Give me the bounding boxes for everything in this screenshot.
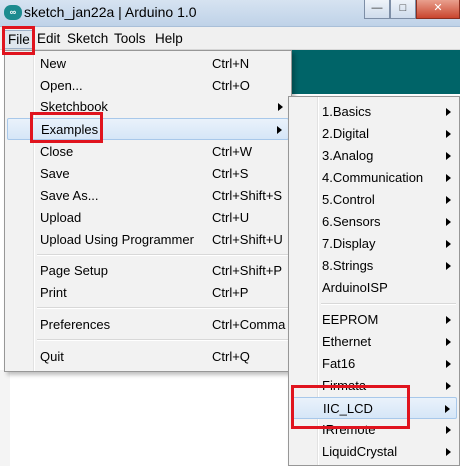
menu-separator: [37, 254, 288, 256]
submenu-arrow-icon: [446, 448, 451, 456]
example-arduinoisp[interactable]: ArduinoISP: [291, 277, 457, 299]
menu-help[interactable]: Help: [152, 30, 186, 47]
window-controls: — □ ✕: [364, 0, 460, 19]
submenu-arrow-icon: [445, 405, 450, 413]
menu-edit[interactable]: Edit: [34, 30, 63, 47]
example-digital[interactable]: 2.Digital: [291, 123, 457, 145]
menu-item-save[interactable]: Save Ctrl+S: [7, 163, 289, 185]
menu-item-print[interactable]: Print Ctrl+P: [7, 282, 289, 304]
example-liquidcrystal[interactable]: LiquidCrystal: [291, 441, 457, 463]
annotation-iic-lcd-box: [291, 385, 410, 429]
menu-item-save-as[interactable]: Save As... Ctrl+Shift+S: [7, 185, 289, 207]
example-analog[interactable]: 3.Analog: [291, 145, 457, 167]
menu-item-new[interactable]: New Ctrl+N: [7, 53, 289, 75]
menu-item-upload[interactable]: Upload Ctrl+U: [7, 207, 289, 229]
submenu-arrow-icon: [446, 108, 451, 116]
menu-separator: [37, 307, 288, 309]
minimize-icon[interactable]: —: [364, 0, 390, 19]
menu-separator: [37, 339, 288, 341]
menu-item-quit[interactable]: Quit Ctrl+Q: [7, 346, 289, 368]
menu-separator: [321, 303, 456, 305]
menu-item-open[interactable]: Open... Ctrl+O: [7, 75, 289, 97]
submenu-arrow-icon: [446, 316, 451, 324]
menu-item-upload-programmer[interactable]: Upload Using Programmer Ctrl+Shift+U: [7, 229, 289, 251]
submenu-arrow-icon: [446, 196, 451, 204]
editor-toolbar: [290, 50, 460, 94]
submenu-arrow-icon: [446, 130, 451, 138]
menu-item-page-setup[interactable]: Page Setup Ctrl+Shift+P: [7, 260, 289, 282]
example-eeprom[interactable]: EEPROM: [291, 309, 457, 331]
submenu-arrow-icon: [446, 218, 451, 226]
example-ethernet[interactable]: Ethernet: [291, 331, 457, 353]
example-display[interactable]: 7.Display: [291, 233, 457, 255]
close-icon[interactable]: ✕: [416, 0, 460, 19]
editor-gutter: [0, 370, 10, 466]
window-title: sketch_jan22a | Arduino 1.0: [24, 4, 197, 20]
menu-item-preferences[interactable]: Preferences Ctrl+Comma: [7, 314, 289, 336]
example-sensors[interactable]: 6.Sensors: [291, 211, 457, 233]
menu-tools[interactable]: Tools: [111, 30, 149, 47]
annotation-examples-box: [30, 112, 103, 143]
example-strings[interactable]: 8.Strings: [291, 255, 457, 277]
file-menu: New Ctrl+N Open... Ctrl+O Sketchbook Exa…: [4, 50, 292, 372]
submenu-arrow-icon: [446, 338, 451, 346]
maximize-icon[interactable]: □: [390, 0, 416, 19]
menu-bar: File Edit Sketch Tools Help: [0, 27, 460, 50]
submenu-arrow-icon: [446, 426, 451, 434]
menu-item-close[interactable]: Close Ctrl+W: [7, 141, 289, 163]
menu-sketch[interactable]: Sketch: [64, 30, 111, 47]
annotation-file-box: [2, 26, 35, 55]
submenu-arrow-icon: [446, 240, 451, 248]
submenu-arrow-icon: [446, 262, 451, 270]
title-bar: ∞ sketch_jan22a | Arduino 1.0 — □ ✕: [0, 0, 460, 27]
submenu-arrow-icon: [278, 103, 283, 111]
example-communication[interactable]: 4.Communication: [291, 167, 457, 189]
submenu-arrow-icon: [446, 382, 451, 390]
example-basics[interactable]: 1.Basics: [291, 101, 457, 123]
submenu-arrow-icon: [446, 174, 451, 182]
example-fat16[interactable]: Fat16: [291, 353, 457, 375]
submenu-arrow-icon: [446, 152, 451, 160]
submenu-arrow-icon: [277, 126, 282, 134]
example-control[interactable]: 5.Control: [291, 189, 457, 211]
arduino-icon: ∞: [4, 5, 22, 20]
submenu-arrow-icon: [446, 360, 451, 368]
